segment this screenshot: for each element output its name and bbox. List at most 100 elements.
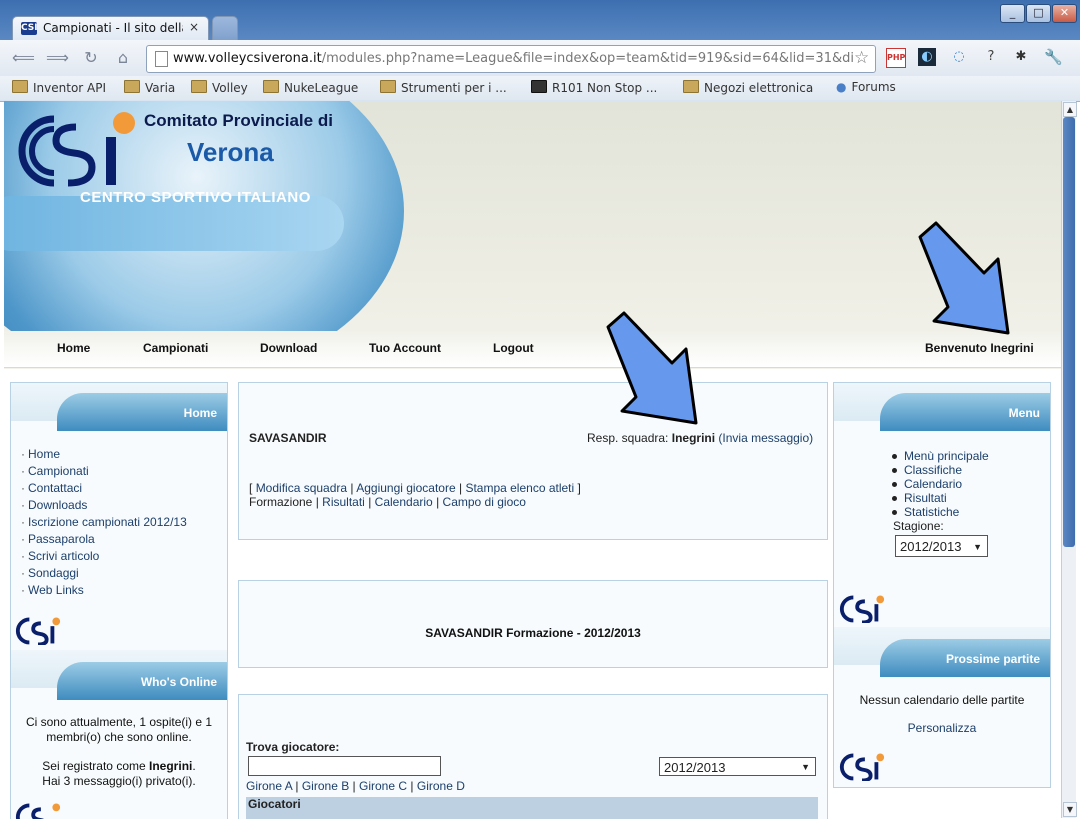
group-b-link[interactable]: Girone B bbox=[302, 779, 349, 793]
list-item[interactable]: Calendario bbox=[892, 477, 989, 491]
tab-title: Campionati - Il sito della bbox=[43, 21, 183, 35]
manager-name: Inegrini bbox=[671, 431, 716, 445]
wifi-extension-icon[interactable]: ◌ bbox=[950, 48, 968, 66]
bookmark-item[interactable]: Volley bbox=[191, 80, 248, 96]
bug-extension-icon[interactable]: ✱ bbox=[1012, 48, 1030, 66]
page-icon bbox=[155, 51, 168, 67]
formation-title: SAVASANDIR Formazione - 2012/2013 bbox=[425, 626, 641, 640]
close-tab-icon[interactable]: × bbox=[189, 20, 199, 34]
bookmark-item[interactable]: Negozi elettronica bbox=[683, 80, 813, 96]
csi-mini-logo-icon bbox=[840, 753, 885, 781]
address-bar[interactable]: www.volleycsiverona.it/modules.php?name=… bbox=[146, 45, 876, 73]
bookmark-item[interactable]: R101 Non Stop ... bbox=[531, 80, 657, 96]
bookmark-item[interactable]: Strumenti per i ... bbox=[380, 80, 507, 96]
header-line-3: CENTRO SPORTIVO ITALIANO bbox=[80, 189, 311, 206]
tab-calendario[interactable]: Calendario bbox=[375, 495, 433, 509]
header-banner: Comitato Provinciale di Verona CENTRO SP… bbox=[4, 101, 409, 331]
next-matches-title: Prossime partite bbox=[880, 639, 1050, 677]
radio-icon bbox=[531, 80, 547, 93]
csi-logo-icon bbox=[18, 112, 135, 187]
nav-campionati[interactable]: Campionati bbox=[143, 341, 208, 355]
find-player-input[interactable] bbox=[248, 756, 441, 776]
team-actions: [ Modifica squadra | Aggiungi giocatore … bbox=[249, 481, 581, 495]
list-item[interactable]: · Sondaggi bbox=[21, 565, 187, 582]
bookmark-star-icon[interactable]: ☆ bbox=[854, 48, 869, 68]
send-message-link[interactable]: (Invia messaggio) bbox=[718, 431, 813, 445]
dark-extension-icon[interactable]: ◐ bbox=[918, 48, 936, 66]
scroll-down-icon[interactable]: ▼ bbox=[1063, 802, 1077, 817]
list-item[interactable]: · Passaparola bbox=[21, 531, 187, 548]
minimize-button[interactable]: _ bbox=[1000, 4, 1025, 23]
back-icon[interactable]: ⟸ bbox=[12, 48, 35, 68]
list-item[interactable]: · Contattaci bbox=[21, 480, 187, 497]
team-tabs: Formazione | Risultati | Calendario | Ca… bbox=[249, 495, 526, 509]
online-status: Ci sono attualmente, 1 ospite(i) e 1 mem… bbox=[11, 715, 227, 789]
private-messages[interactable]: Hai 3 messaggio(i) privato(i). bbox=[11, 774, 227, 789]
list-item[interactable]: · Web Links bbox=[21, 582, 187, 599]
group-c-link[interactable]: Girone C bbox=[359, 779, 407, 793]
scroll-up-icon[interactable]: ▲ bbox=[1063, 102, 1077, 117]
web-page: Comitato Provinciale di Verona CENTRO SP… bbox=[4, 101, 1061, 819]
list-item[interactable]: · Iscrizione campionati 2012/13 bbox=[21, 514, 187, 531]
print-roster-link[interactable]: Stampa elenco atleti bbox=[465, 481, 574, 495]
csi-favicon-icon: CSI bbox=[21, 22, 38, 35]
chevron-down-icon: ▼ bbox=[973, 542, 982, 552]
maximize-button[interactable]: □ bbox=[1026, 4, 1051, 23]
home-icon[interactable]: ⌂ bbox=[112, 48, 134, 68]
wrench-icon[interactable]: 🔧 bbox=[1044, 48, 1063, 66]
close-window-button[interactable]: ✕ bbox=[1052, 4, 1077, 23]
chevron-down-icon: ▼ bbox=[801, 762, 810, 772]
find-player-label: Trova giocatore: bbox=[246, 740, 340, 754]
home-block-title: Home bbox=[57, 393, 227, 431]
csi-mini-logo-icon bbox=[16, 617, 61, 645]
menu-list: Menù principale Classifiche Calendario R… bbox=[892, 449, 989, 519]
forward-icon[interactable]: ⟹ bbox=[46, 48, 69, 68]
nav-home[interactable]: Home bbox=[57, 341, 90, 355]
folder-icon bbox=[263, 80, 279, 93]
list-item[interactable]: Risultati bbox=[892, 491, 989, 505]
edit-team-link[interactable]: Modifica squadra bbox=[256, 481, 347, 495]
list-item[interactable]: · Downloads bbox=[21, 497, 187, 514]
list-item[interactable]: Classifiche bbox=[892, 463, 989, 477]
annotation-arrow-icon bbox=[918, 221, 1010, 335]
group-a-link[interactable]: Girone A bbox=[246, 779, 292, 793]
annotation-arrow-icon bbox=[606, 311, 698, 425]
list-item[interactable]: · Scrivi articolo bbox=[21, 548, 187, 565]
bookmark-item[interactable]: Inventor API bbox=[12, 80, 106, 96]
team-name: SAVASANDIR bbox=[249, 431, 327, 445]
nav-logout[interactable]: Logout bbox=[493, 341, 534, 355]
season-select[interactable]: 2012/2013 ▼ bbox=[659, 757, 816, 776]
csi-mini-logo-icon bbox=[840, 595, 885, 623]
welcome-user: Benvenuto Inegrini bbox=[925, 341, 1034, 355]
vertical-scrollbar[interactable]: ▲ ▼ bbox=[1061, 101, 1077, 818]
registered-user: Inegrini bbox=[149, 759, 193, 773]
tab-formazione: Formazione bbox=[249, 495, 313, 509]
header-line-1: Comitato Provinciale di bbox=[144, 111, 333, 130]
tab-campo[interactable]: Campo di gioco bbox=[443, 495, 526, 509]
bookmark-item[interactable]: NukeLeague bbox=[263, 80, 358, 96]
scrollbar-thumb[interactable] bbox=[1063, 117, 1075, 547]
season-label: Stagione: bbox=[893, 519, 944, 533]
nav-download[interactable]: Download bbox=[260, 341, 317, 355]
formation-title-panel bbox=[238, 580, 828, 668]
browser-tab-active[interactable]: CSI Campionati - Il sito della × bbox=[12, 16, 209, 41]
tab-risultati[interactable]: Risultati bbox=[322, 495, 365, 509]
list-item[interactable]: Statistiche bbox=[892, 505, 989, 519]
reload-icon[interactable]: ↻ bbox=[80, 48, 102, 68]
customize-link[interactable]: Personalizza bbox=[834, 721, 1050, 735]
url-host: www.volleycsiverona.it bbox=[173, 51, 322, 66]
folder-icon bbox=[12, 80, 28, 93]
group-d-link[interactable]: Girone D bbox=[417, 779, 465, 793]
list-item[interactable]: Menù principale bbox=[892, 449, 989, 463]
help-extension-icon[interactable]: ? bbox=[982, 48, 1000, 66]
list-item[interactable]: · Home bbox=[21, 446, 187, 463]
players-header-label: Giocatori bbox=[248, 797, 301, 811]
new-tab-button[interactable] bbox=[212, 16, 238, 41]
stagione-select[interactable]: 2012/2013 ▼ bbox=[895, 535, 988, 557]
nav-tuo-account[interactable]: Tuo Account bbox=[369, 341, 441, 355]
php-extension-icon[interactable]: PHP bbox=[886, 48, 906, 68]
bookmark-item[interactable]: Varia bbox=[124, 80, 175, 96]
list-item[interactable]: · Campionati bbox=[21, 463, 187, 480]
add-player-link[interactable]: Aggiungi giocatore bbox=[356, 481, 455, 495]
bookmark-item[interactable]: ● Forums bbox=[836, 80, 896, 96]
